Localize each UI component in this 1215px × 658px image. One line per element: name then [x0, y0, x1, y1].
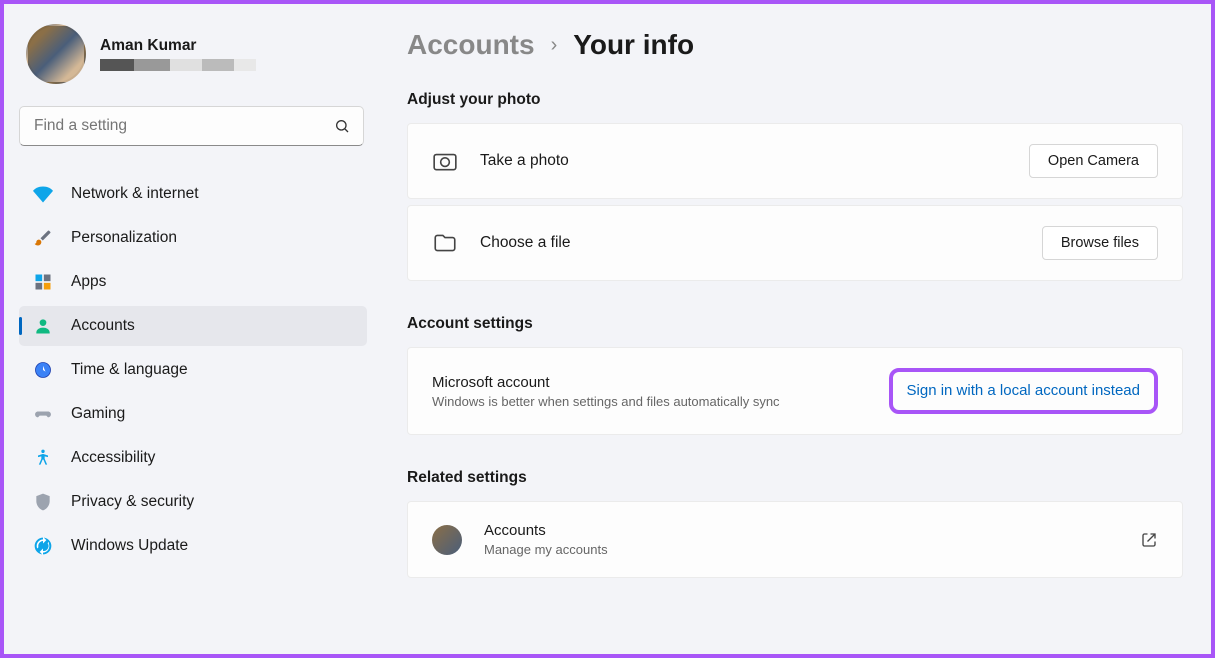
open-camera-button[interactable]: Open Camera [1029, 144, 1158, 178]
card-label: Choose a file [480, 234, 1020, 252]
nav-label: Time & language [71, 361, 188, 379]
card-take-photo: Take a photo Open Camera [407, 123, 1183, 199]
profile-email-redacted [100, 59, 256, 71]
related-title: Accounts [484, 522, 1118, 539]
nav-accounts[interactable]: Accounts [19, 306, 367, 346]
nav-update[interactable]: Windows Update [19, 526, 367, 566]
section-title: Account settings [407, 315, 1183, 333]
nav-network[interactable]: Network & internet [19, 174, 367, 214]
apps-icon [33, 272, 53, 292]
search-icon [334, 118, 350, 134]
camera-icon [432, 148, 458, 174]
breadcrumb-current: Your info [573, 29, 694, 61]
breadcrumb: Accounts › Your info [407, 29, 1183, 61]
update-icon [33, 536, 53, 556]
avatar [26, 24, 86, 84]
nav-label: Apps [71, 273, 106, 291]
profile-header[interactable]: Aman Kumar [16, 24, 367, 84]
local-account-link[interactable]: Sign in with a local account instead [907, 382, 1140, 399]
nav-label: Accounts [71, 317, 135, 335]
paintbrush-icon [33, 228, 53, 248]
shield-icon [33, 492, 53, 512]
breadcrumb-parent[interactable]: Accounts [407, 29, 535, 61]
profile-name: Aman Kumar [100, 37, 256, 55]
section-account-settings: Account settings Microsoft account Windo… [407, 315, 1183, 435]
ms-account-desc: Windows is better when settings and file… [432, 394, 889, 409]
ms-account-title: Microsoft account [432, 374, 889, 391]
nav-privacy[interactable]: Privacy & security [19, 482, 367, 522]
browse-files-button[interactable]: Browse files [1042, 226, 1158, 260]
nav-label: Windows Update [71, 537, 188, 555]
section-title: Related settings [407, 469, 1183, 487]
search-input[interactable] [19, 106, 364, 146]
section-title: Adjust your photo [407, 91, 1183, 109]
folder-icon [432, 230, 458, 256]
external-link-icon [1140, 531, 1158, 549]
avatar-small [432, 525, 462, 555]
nav-label: Personalization [71, 229, 177, 247]
nav-apps[interactable]: Apps [19, 262, 367, 302]
highlight-annotation: Sign in with a local account instead [889, 368, 1158, 414]
section-related-settings: Related settings Accounts Manage my acco… [407, 469, 1183, 578]
gamepad-icon [33, 404, 53, 424]
nav-list: Network & internet Personalization Apps … [16, 174, 367, 566]
nav-label: Accessibility [71, 449, 155, 467]
related-desc: Manage my accounts [484, 542, 1118, 557]
section-adjust-photo: Adjust your photo Take a photo Open Came… [407, 91, 1183, 281]
nav-time[interactable]: Time & language [19, 350, 367, 390]
chevron-right-icon: › [551, 34, 558, 57]
card-related-accounts[interactable]: Accounts Manage my accounts [407, 501, 1183, 578]
nav-gaming[interactable]: Gaming [19, 394, 367, 434]
card-choose-file: Choose a file Browse files [407, 205, 1183, 281]
nav-personalization[interactable]: Personalization [19, 218, 367, 258]
clock-globe-icon [33, 360, 53, 380]
accessibility-icon [33, 448, 53, 468]
person-icon [33, 316, 53, 336]
nav-label: Privacy & security [71, 493, 194, 511]
card-microsoft-account: Microsoft account Windows is better when… [407, 347, 1183, 435]
nav-label: Gaming [71, 405, 125, 423]
card-label: Take a photo [480, 152, 1007, 170]
search-container [19, 106, 364, 146]
wifi-icon [33, 184, 53, 204]
nav-label: Network & internet [71, 185, 199, 203]
nav-accessibility[interactable]: Accessibility [19, 438, 367, 478]
